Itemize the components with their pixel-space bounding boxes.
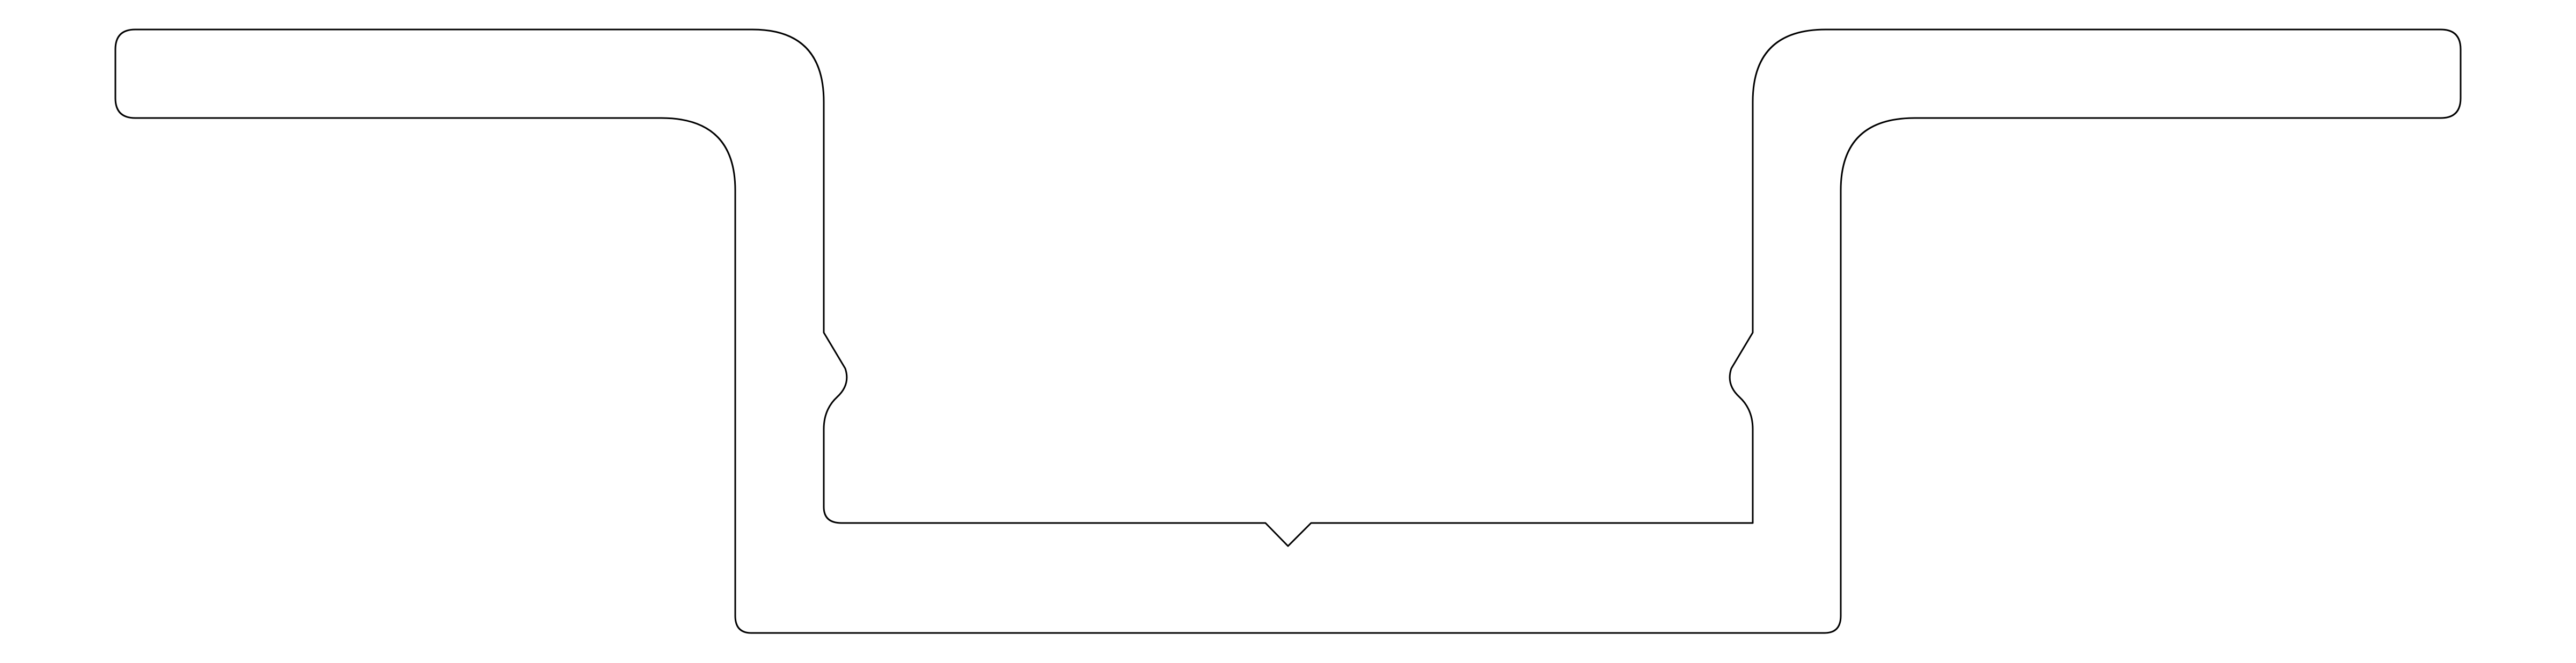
- bottom-v-notch: [1265, 523, 1311, 546]
- right-flange: [1826, 30, 2461, 118]
- left-flange: [115, 30, 752, 118]
- profile-diagram: [114, 28, 2462, 634]
- right-snap-bump: [1723, 333, 1753, 429]
- profile-outer-outline: [114, 28, 2462, 634]
- left-snap-bump: [824, 333, 853, 429]
